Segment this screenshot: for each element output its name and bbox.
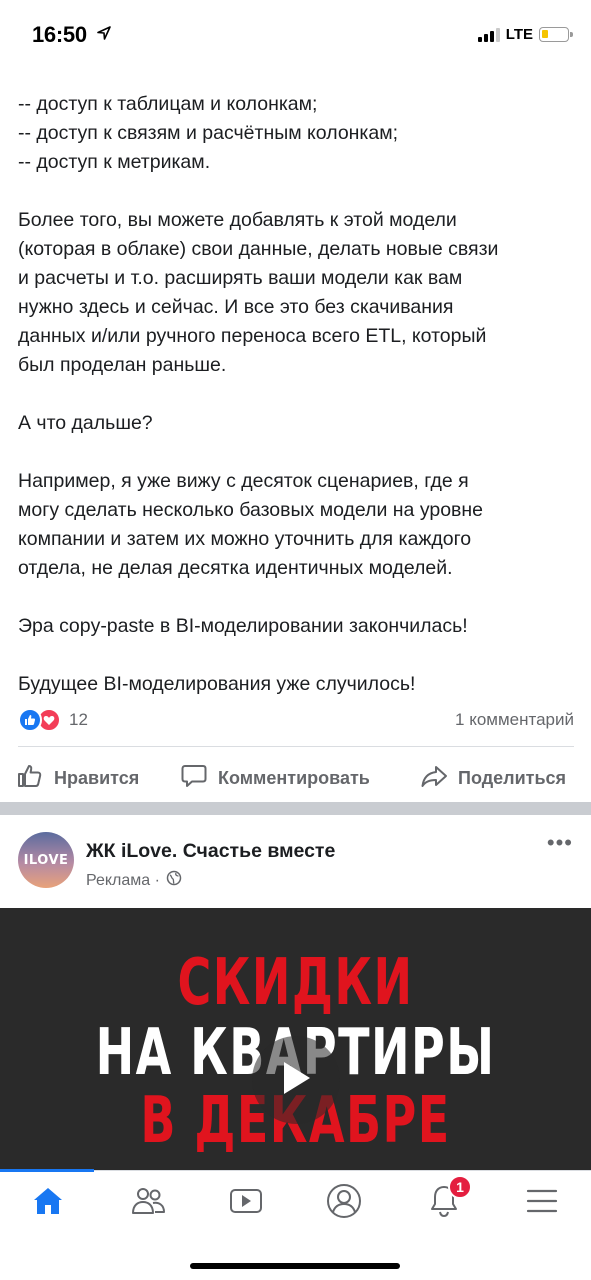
post-paragraph: Более того, вы можете добавлять к этой м… [18,209,499,376]
like-icon [18,708,42,732]
comment-count-link[interactable]: 1 комментарий [455,710,574,730]
home-icon [31,1184,65,1223]
tab-home[interactable] [18,1183,78,1223]
reactions-summary[interactable]: 12 1 комментарий [18,706,574,734]
comment-icon [180,762,208,795]
status-bar: 16:50 LTE [0,0,591,72]
post-paragraph: Эра copy-paste в BI-моделировании законч… [18,615,468,637]
advertiser-name[interactable]: ЖК iLove. Счастье вместе [86,840,335,863]
tab-bar: 1 [0,1169,591,1280]
notification-badge: 1 [448,1175,472,1199]
play-icon [278,1058,314,1103]
post-paragraph: Будущее BI-моделирования уже случилось! [18,673,416,695]
tab-watch[interactable] [216,1183,276,1223]
thumbs-up-icon [16,762,44,795]
sponsored-meta: Реклама · [86,870,182,891]
tab-notifications[interactable]: 1 [414,1175,474,1223]
home-indicator [190,1263,400,1269]
comment-label: Комментировать [218,768,370,788]
post-paragraph: -- доступ к таблицам и колонкам; -- дост… [18,93,399,173]
advertiser-logo-text: ILOVE [23,852,69,868]
tab-profile[interactable] [314,1183,374,1223]
post-text: -- доступ к таблицам и колонкам; -- дост… [18,90,578,699]
ad-headline-line: СКИДКИ [177,946,414,1020]
globe-icon [166,870,182,891]
network-label: LTE [505,26,533,43]
menu-icon [525,1186,559,1221]
more-options-icon[interactable]: ••• [547,832,573,854]
sponsored-label: Реклама · [86,871,160,889]
reaction-icons [18,708,61,732]
post-paragraph: А что дальше? [18,412,153,434]
post-actions: Нравится Комментировать Поделиться [0,752,591,802]
like-label: Нравится [54,768,140,788]
status-time: 16:50 [32,22,87,47]
advertiser-avatar[interactable]: ILOVE [18,832,74,888]
tab-menu[interactable] [512,1183,572,1223]
reaction-count: 12 [69,710,88,729]
location-arrow-icon [96,25,112,46]
share-icon [420,762,448,795]
watch-icon [228,1184,264,1223]
share-label: Поделиться [458,768,567,788]
like-button[interactable]: Нравится [16,762,139,795]
profile-icon [326,1183,362,1224]
play-button[interactable] [252,1036,340,1124]
share-button[interactable]: Поделиться [420,762,566,795]
ad-video[interactable]: СКИДКИ НА КВАРТИРЫ В ДЕКАБРЕ [0,908,591,1170]
battery-icon [539,27,573,42]
post-paragraph: Например, я уже вижу с десяток сценариев… [18,470,484,579]
status-indicators: LTE [477,26,573,43]
divider [18,746,574,747]
signal-icon [477,27,500,42]
comment-button[interactable]: Комментировать [180,762,370,795]
active-tab-indicator [0,1169,94,1172]
tab-friends[interactable] [118,1183,178,1223]
feed-separator [0,802,591,815]
friends-icon [129,1184,167,1223]
